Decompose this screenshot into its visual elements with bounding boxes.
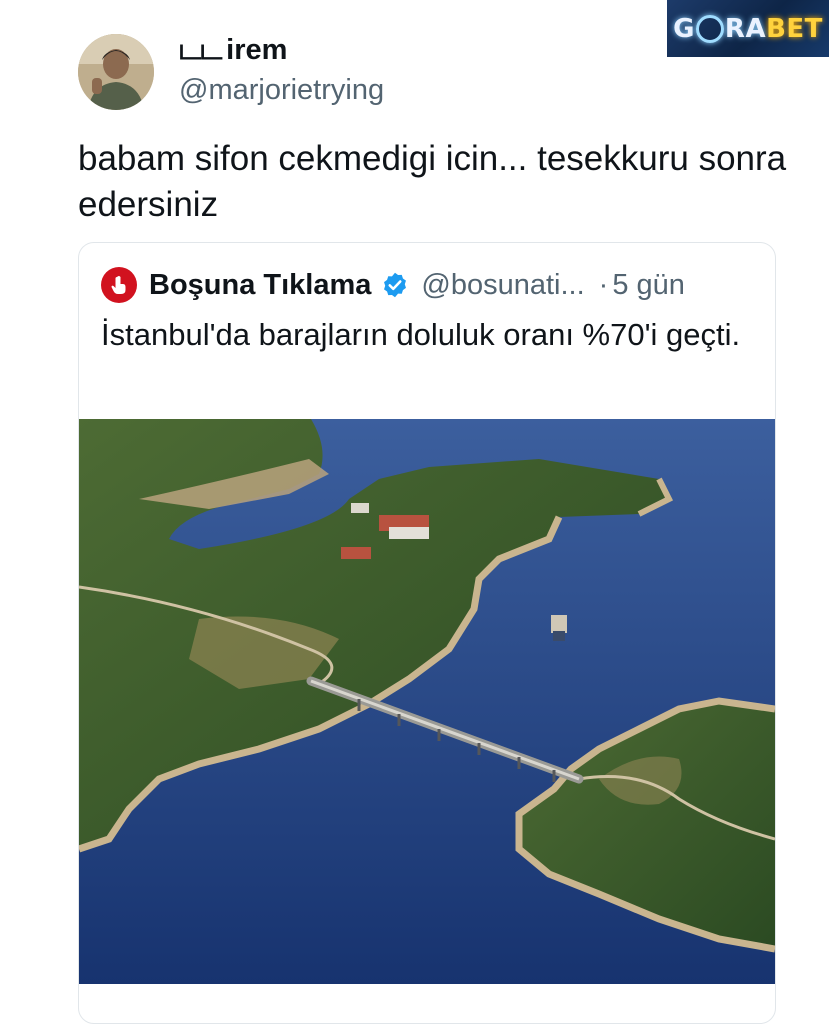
quoted-tweet-text: İstanbul'da barajların doluluk oranı %70… — [101, 317, 741, 352]
user-handle[interactable]: @marjorietrying — [179, 72, 384, 108]
verified-badge-icon — [384, 272, 407, 298]
quoted-tweet-header: Boşuna Tıklama @bosunati... · 5 gün — [101, 265, 685, 305]
gorabet-watermark-logo: G RA BET — [667, 0, 829, 57]
avatar-photo-icon — [78, 34, 154, 110]
watermark-text-3: BET — [766, 13, 823, 44]
reservoir-bridge-photo[interactable] — [79, 419, 775, 984]
user-avatar[interactable] — [78, 34, 154, 110]
hand-pointer-icon — [111, 276, 126, 294]
display-name[interactable]: டட irem — [178, 32, 287, 67]
tweet-text: babam sifon cekmedigi icin... tesekkuru … — [78, 139, 787, 224]
quoted-timestamp[interactable]: 5 gün — [612, 269, 685, 302]
display-name-text: irem — [226, 34, 288, 66]
quoted-avatar[interactable] — [101, 267, 137, 303]
quoted-handle[interactable]: @bosunati... — [421, 269, 584, 302]
globe-icon — [695, 14, 724, 43]
separator-dot: · — [598, 268, 609, 301]
watermark-text-1: G — [673, 13, 695, 44]
name-prefix-glyph: டட — [178, 32, 222, 66]
watermark-text-2: RA — [724, 13, 767, 44]
quoted-display-name[interactable]: Boşuna Tıklama — [149, 269, 371, 302]
quoted-tweet-card[interactable]: Boşuna Tıklama @bosunati... · 5 gün İsta… — [78, 242, 776, 1024]
